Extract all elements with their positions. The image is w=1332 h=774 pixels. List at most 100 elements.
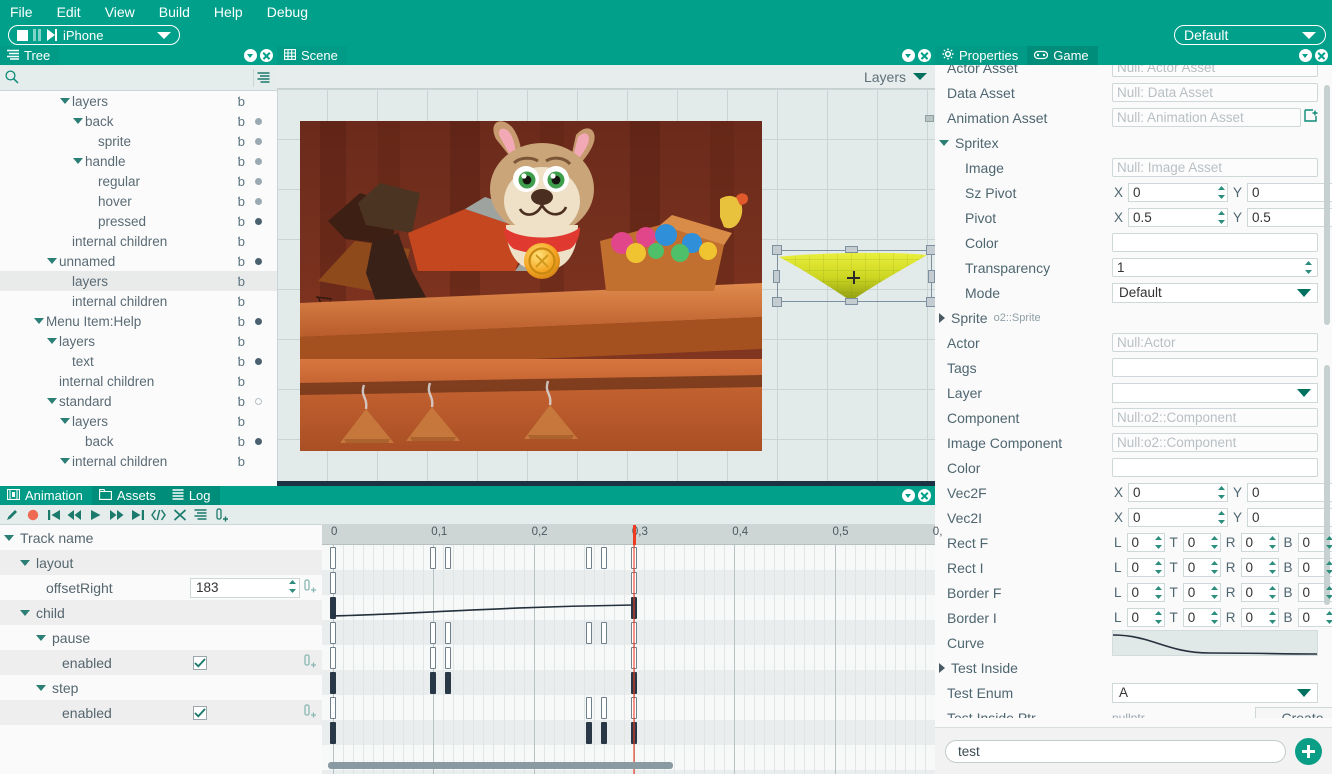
rewind-icon[interactable] (65, 506, 84, 524)
spinner-icon[interactable] (1217, 485, 1226, 500)
animation-timeline[interactable]: 0 0,1 0,2 0,3 0,4 0,5 0, (322, 525, 942, 774)
tree-row[interactable]: text ƅ (0, 351, 277, 371)
chevron-down-icon[interactable] (913, 73, 927, 80)
keyframe[interactable] (330, 647, 336, 669)
top-input[interactable]: 0 (1182, 608, 1221, 627)
tab-tree[interactable]: Tree (0, 46, 60, 65)
list-options-icon[interactable] (253, 68, 273, 87)
curve-editor[interactable] (1112, 629, 1318, 656)
fast-forward-icon[interactable] (107, 506, 126, 524)
text-input[interactable]: Null: Actor Asset (1112, 65, 1318, 77)
keyframe[interactable] (330, 622, 336, 644)
x-input[interactable]: 0.5 (1128, 208, 1229, 227)
lock-icon[interactable]: ƅ (238, 394, 245, 409)
left-input[interactable]: 0 (1126, 558, 1165, 577)
text-input[interactable]: Null: Animation Asset (1112, 108, 1301, 127)
tree-row[interactable]: layers ƅ (0, 331, 277, 351)
close-icon[interactable] (1315, 49, 1328, 62)
left-input[interactable]: 0 (1126, 583, 1165, 602)
left-input[interactable]: 0 (1126, 533, 1165, 552)
animation-track-row[interactable]: step (0, 675, 322, 700)
add-keyframe-icon[interactable] (212, 506, 231, 524)
text-input[interactable]: Null: Image Asset (1112, 158, 1318, 177)
plus-icon[interactable] (1295, 737, 1322, 765)
playhead-line[interactable] (632, 545, 635, 774)
lock-icon[interactable]: ƅ (238, 154, 245, 169)
minimize-icon[interactable] (244, 49, 257, 62)
visibility-toggle-icon[interactable] (255, 177, 262, 185)
chevron-down-icon[interactable] (47, 338, 57, 344)
property-section-spritex[interactable]: Spritex (935, 130, 1332, 155)
chevron-down-icon[interactable] (1297, 688, 1311, 697)
chevron-right-icon[interactable] (939, 662, 945, 673)
top-input[interactable]: 0 (1182, 558, 1221, 577)
property-section-test-inside[interactable]: Test Inside (935, 655, 1332, 680)
chevron-down-icon[interactable] (60, 458, 70, 464)
number-input[interactable]: 1 (1112, 258, 1318, 277)
y-input[interactable]: 0 (1247, 483, 1332, 502)
lock-icon[interactable]: ƅ (238, 294, 245, 309)
y-input[interactable]: 0 (1247, 183, 1332, 202)
spinner-icon[interactable] (1217, 210, 1226, 225)
track-enabled-checkbox[interactable] (193, 655, 207, 670)
tree-row[interactable]: unnamed ƅ (0, 251, 277, 271)
tree-search-input[interactable] (26, 70, 249, 85)
keyframe[interactable] (330, 547, 336, 569)
resize-handle-bottom-left[interactable] (772, 297, 782, 307)
spinner-icon[interactable] (1210, 535, 1219, 550)
right-input[interactable]: 0 (1240, 583, 1279, 602)
animation-track-list[interactable]: Track name layout offsetRight 183 child pause… (0, 525, 322, 774)
lock-icon[interactable]: ƅ (238, 434, 245, 449)
play-icon[interactable] (86, 506, 105, 524)
lock-icon[interactable]: ƅ (238, 234, 245, 249)
visibility-toggle-icon[interactable] (255, 197, 262, 205)
minimize-icon[interactable] (902, 489, 915, 502)
skip-to-end-icon[interactable] (128, 506, 147, 524)
keyframe[interactable] (430, 622, 437, 644)
chevron-down-icon[interactable] (73, 118, 83, 124)
menu-item-file[interactable]: File (10, 4, 33, 20)
lock-icon[interactable]: ƅ (238, 134, 245, 149)
tree-row[interactable]: layers ƅ (0, 411, 277, 431)
keyframe[interactable] (600, 547, 607, 569)
tree-row[interactable]: back ƅ (0, 111, 277, 131)
y-input[interactable]: 0 (1247, 508, 1332, 527)
spinner-icon[interactable] (1154, 535, 1163, 550)
dropdown-select[interactable]: A (1112, 682, 1318, 703)
animation-track-row[interactable]: child (0, 600, 322, 625)
tab-assets[interactable]: Assets (91, 486, 165, 505)
chevron-down-icon[interactable] (20, 559, 30, 566)
right-input[interactable]: 0 (1240, 608, 1279, 627)
menu-item-build[interactable]: Build (159, 4, 190, 20)
close-cross-icon[interactable] (170, 506, 189, 524)
visibility-toggle-icon[interactable] (255, 397, 262, 405)
track-enabled-checkbox[interactable] (193, 705, 207, 720)
tree-row[interactable]: handle ƅ (0, 151, 277, 171)
y-input[interactable]: 0.5 (1247, 208, 1332, 227)
chevron-right-icon[interactable] (939, 312, 945, 323)
tree-row[interactable]: hover ƅ (0, 191, 277, 211)
keyframe[interactable] (330, 722, 336, 744)
left-input[interactable]: 0 (1126, 608, 1165, 627)
spinner-icon[interactable] (1154, 585, 1163, 600)
tab-game[interactable]: Game (1027, 46, 1098, 65)
text-input[interactable]: Null:o2::Component (1112, 408, 1318, 427)
close-icon[interactable] (260, 49, 273, 62)
chevron-down-icon[interactable] (1297, 388, 1311, 397)
selected-mesh-object[interactable] (767, 237, 935, 313)
chevron-down-icon[interactable] (34, 318, 44, 324)
keyframe[interactable] (585, 697, 592, 719)
resize-handle-top-center[interactable] (845, 246, 858, 253)
resize-handle-bottom-right[interactable] (926, 297, 935, 307)
animation-track-row[interactable]: pause (0, 625, 322, 650)
keyframe[interactable] (445, 547, 452, 569)
lock-icon[interactable]: ƅ (238, 114, 245, 129)
keyframe[interactable] (430, 547, 437, 569)
tab-properties[interactable]: Properties (935, 46, 1028, 65)
visibility-toggle-icon[interactable] (255, 437, 262, 445)
color-swatch[interactable] (1112, 233, 1318, 252)
keyframe[interactable] (430, 647, 437, 669)
properties-list-icon[interactable] (191, 506, 210, 524)
spinner-icon[interactable] (1325, 610, 1332, 625)
tree-row[interactable]: internal children ƅ (0, 231, 277, 251)
